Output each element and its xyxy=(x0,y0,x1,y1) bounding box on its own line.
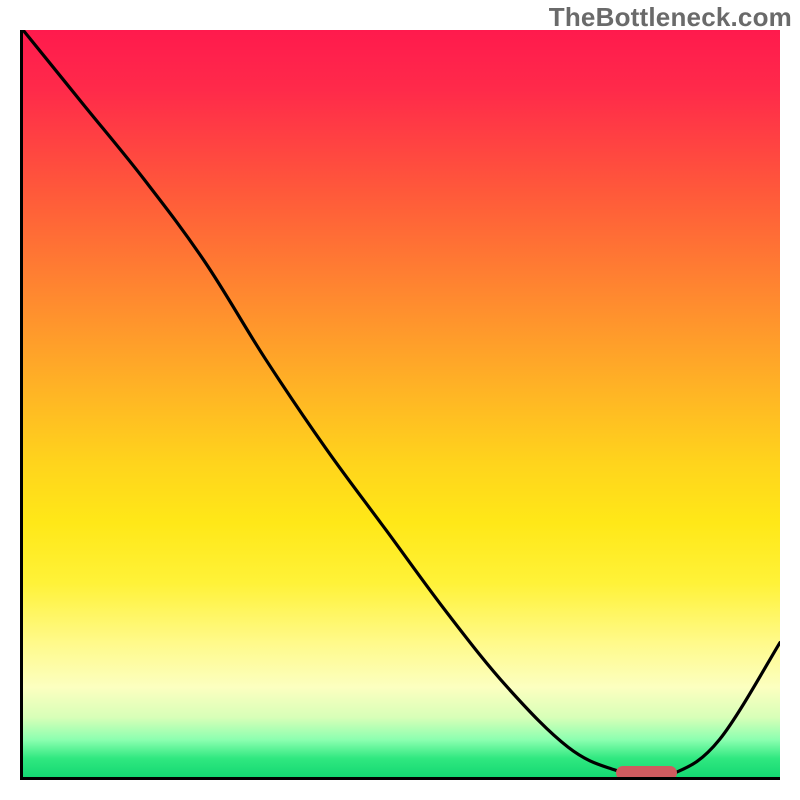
watermark-text: TheBottleneck.com xyxy=(549,2,792,33)
chart-container: TheBottleneck.com xyxy=(0,0,800,800)
optimal-range-marker xyxy=(616,766,677,780)
bottleneck-curve xyxy=(23,30,780,777)
curve-path xyxy=(23,30,780,776)
plot-area xyxy=(20,30,780,780)
